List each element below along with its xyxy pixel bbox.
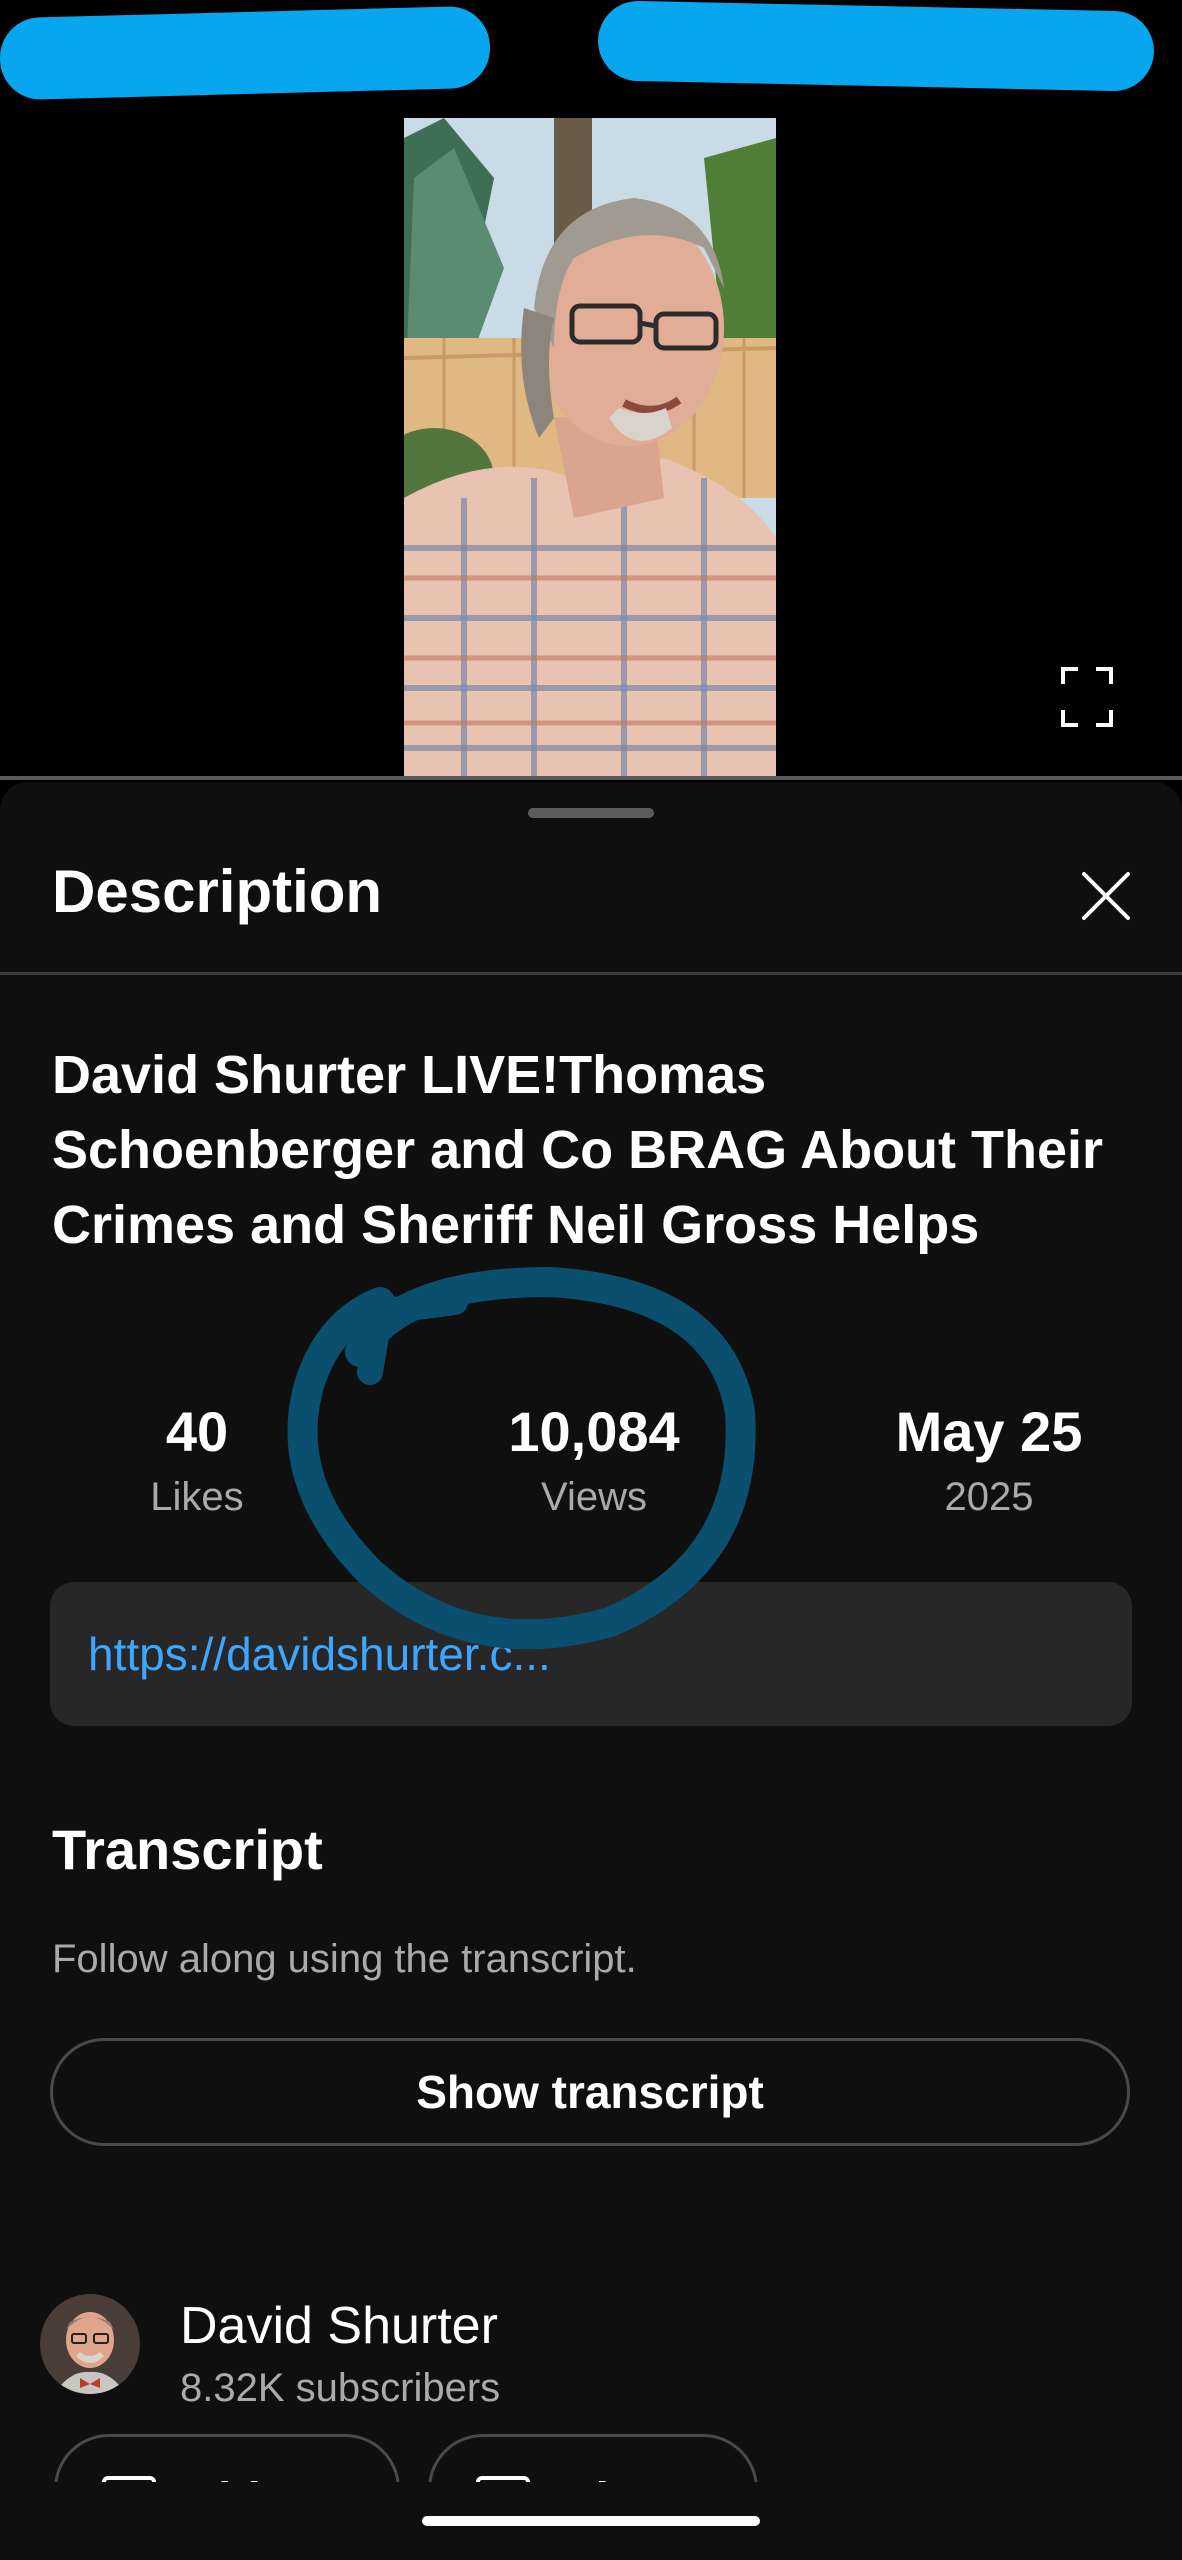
description-link-box: https://davidshurter.c... bbox=[50, 1582, 1132, 1726]
show-transcript-button[interactable]: Show transcript bbox=[50, 2038, 1130, 2146]
likes-stat: 40 Likes bbox=[52, 1400, 342, 1522]
transcript-title: Transcript bbox=[52, 1818, 323, 1881]
video-stats: 40 Likes 10,084 Views May 25 2025 bbox=[52, 1400, 1130, 1540]
redaction-scribble-left bbox=[0, 5, 491, 101]
views-label: Views bbox=[541, 1475, 647, 1519]
sheet-title: Description bbox=[52, 858, 383, 925]
fullscreen-icon[interactable] bbox=[1060, 666, 1114, 728]
home-indicator[interactable] bbox=[422, 2516, 760, 2526]
channel-row[interactable]: David Shurter 8.32K subscribers bbox=[40, 2294, 1140, 2414]
likes-label: Likes bbox=[150, 1475, 244, 1519]
video-thumbnail-image bbox=[404, 118, 776, 780]
description-sheet: Description David Shurter LIVE!Thomas Sc… bbox=[0, 782, 1182, 2560]
likes-count: 40 bbox=[165, 1400, 229, 1463]
website-link[interactable]: https://davidshurter.c... bbox=[88, 1626, 551, 1682]
views-count: 10,084 bbox=[508, 1400, 680, 1463]
views-stat: 10,084 Views bbox=[364, 1400, 824, 1522]
drag-handle[interactable] bbox=[528, 808, 654, 818]
date-stat: May 25 2025 bbox=[812, 1400, 1166, 1522]
divider bbox=[0, 972, 1182, 975]
subscriber-count: 8.32K subscribers bbox=[180, 2366, 501, 2410]
publish-date: May 25 bbox=[895, 1400, 1083, 1463]
video-frame[interactable] bbox=[404, 118, 776, 780]
channel-name[interactable]: David Shurter bbox=[180, 2296, 498, 2356]
close-icon[interactable] bbox=[1078, 868, 1134, 924]
progress-bar[interactable] bbox=[0, 776, 1182, 780]
avatar[interactable] bbox=[40, 2294, 140, 2394]
video-player[interactable] bbox=[0, 0, 1182, 780]
transcript-subtitle: Follow along using the transcript. bbox=[52, 1937, 637, 1981]
publish-year: 2025 bbox=[944, 1475, 1034, 1519]
redaction-scribble-right bbox=[597, 0, 1155, 92]
video-title: David Shurter LIVE!Thomas Schoenberger a… bbox=[52, 1045, 1104, 1255]
